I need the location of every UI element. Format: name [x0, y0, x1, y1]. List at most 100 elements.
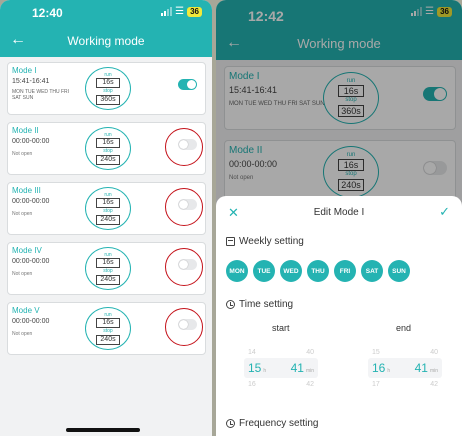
mode-card-4[interactable]: Mode IV 00:00-00:00 Not open run 16s sto…: [7, 242, 206, 295]
mode-name: Mode V: [12, 306, 40, 315]
mode-time-range: 00:00-00:00: [12, 258, 50, 265]
picker-row-prev[interactable]: 14 40: [244, 346, 318, 358]
weekday-selector: MON TUE WED THU FRI SAT SUN: [226, 260, 410, 282]
stop-value: 240s: [96, 215, 120, 225]
highlight-circle: [165, 248, 203, 286]
picker-row-prev[interactable]: 15 40: [368, 346, 442, 358]
min-unit: min: [305, 368, 314, 374]
mode-toggle[interactable]: [178, 79, 197, 90]
confirm-check-icon[interactable]: ✓: [439, 204, 450, 220]
mode-status: Not open: [12, 331, 33, 337]
mode-card-2[interactable]: Mode II 00:00-00:00 Not open run 16s sto…: [7, 122, 206, 175]
weekly-setting-label: Weekly setting: [239, 236, 304, 247]
day-tue[interactable]: TUE: [253, 260, 275, 282]
hour-next: 17: [372, 380, 380, 388]
run-value: 16s: [96, 318, 120, 328]
edit-mode-sheet: ✕ Edit Mode I ✓ Weekly setting MON TUE W…: [216, 196, 462, 436]
status-bar: 12:40 ☰ 36: [0, 0, 212, 27]
picker-row-next[interactable]: 17 42: [368, 378, 442, 390]
time-setting-heading: Time setting: [226, 299, 293, 310]
day-wed[interactable]: WED: [280, 260, 302, 282]
min-unit: min: [429, 368, 438, 374]
hour-prev: 15: [372, 348, 380, 356]
mode-days: MON TUE WED THU FRI SAT SUN: [12, 89, 70, 101]
signal-icon: [161, 7, 173, 16]
calendar-icon: [226, 237, 235, 246]
hour-unit: h: [387, 368, 391, 374]
min-selected: 41: [290, 361, 304, 375]
right-phone-screen: 12:42 ☰ 36 ← Working mode Mode I 15:41-1…: [216, 0, 462, 436]
clock-icon: [226, 300, 235, 309]
day-mon[interactable]: MON: [226, 260, 248, 282]
hour-selected: 15: [248, 361, 262, 375]
min-next: 42: [306, 380, 314, 388]
mode-status: Not open: [12, 271, 33, 277]
mode-time-range: 00:00-00:00: [12, 198, 50, 205]
mode-name: Mode III: [12, 186, 41, 195]
mode-card-1[interactable]: Mode I 15:41-16:41 MON TUE WED THU FRI S…: [7, 62, 206, 115]
hour-prev: 14: [248, 348, 256, 356]
sheet-title: Edit Mode I: [313, 207, 365, 218]
stop-value: 240s: [96, 155, 120, 165]
status-icons: ☰ 36: [161, 6, 202, 17]
stop-value: 240s: [96, 335, 120, 345]
home-indicator[interactable]: [66, 428, 140, 432]
mode-time-range: 00:00-00:00: [12, 318, 50, 325]
stop-label: stop: [103, 148, 113, 154]
stop-label: stop: [103, 328, 113, 334]
end-time-picker[interactable]: 15 40 16 h 41 min 17 42: [368, 346, 442, 394]
mode-status: Not open: [12, 151, 33, 157]
start-time-picker[interactable]: 14 40 15 h 41 min 16 42: [244, 346, 318, 394]
hour-next: 16: [248, 380, 256, 388]
day-sat[interactable]: SAT: [361, 260, 383, 282]
mode-card-5[interactable]: Mode V 00:00-00:00 Not open run 16s stop…: [7, 302, 206, 355]
stop-value: 360s: [96, 95, 120, 105]
day-thu[interactable]: THU: [307, 260, 329, 282]
clock-icon: [226, 419, 235, 428]
mode-time-range: 15:41-16:41: [12, 78, 50, 85]
wifi-icon: ☰: [175, 6, 185, 17]
run-stop-dial: run 16s stop 240s: [85, 307, 131, 350]
start-label: start: [272, 323, 290, 333]
min-next: 42: [430, 380, 438, 388]
run-stop-dial: run 16s stop 360s: [85, 67, 131, 110]
time-setting-label: Time setting: [239, 299, 294, 310]
min-prev: 40: [430, 348, 438, 356]
status-time: 12:40: [32, 6, 63, 20]
run-value: 16s: [96, 258, 120, 268]
hour-unit: h: [263, 368, 267, 374]
highlight-circle: [165, 308, 203, 346]
frequency-setting-label: Frequency setting: [239, 418, 319, 429]
picker-row-selected[interactable]: 16 h 41 min: [368, 358, 442, 378]
highlight-circle: [165, 188, 203, 226]
app-bar: ← Working mode: [0, 27, 212, 57]
end-label: end: [396, 323, 412, 333]
day-fri[interactable]: FRI: [334, 260, 356, 282]
picker-row-next[interactable]: 16 42: [244, 378, 318, 390]
weekly-setting-heading: Weekly setting: [226, 236, 304, 247]
run-value: 16s: [96, 198, 120, 208]
run-value: 16s: [96, 138, 120, 148]
stop-value: 240s: [96, 275, 120, 285]
battery-icon: 36: [187, 6, 202, 17]
page-title: Working mode: [67, 34, 145, 48]
mode-status: Not open: [12, 211, 33, 217]
mode-name: Mode II: [12, 126, 39, 135]
stop-label: stop: [103, 208, 113, 214]
frequency-setting-heading: Frequency setting: [226, 418, 319, 429]
day-sun[interactable]: SUN: [388, 260, 410, 282]
stop-label: stop: [103, 268, 113, 274]
left-phone-screen: 12:40 ☰ 36 ← Working mode Mode I 15:41-1…: [0, 0, 212, 436]
hour-selected: 16: [372, 361, 386, 375]
run-stop-dial: run 16s stop 240s: [85, 127, 131, 170]
mode-name: Mode I: [12, 66, 37, 75]
stop-label: stop: [103, 88, 113, 94]
run-value: 16s: [96, 78, 120, 88]
picker-row-selected[interactable]: 15 h 41 min: [244, 358, 318, 378]
mode-card-3[interactable]: Mode III 00:00-00:00 Not open run 16s st…: [7, 182, 206, 235]
min-selected: 41: [414, 361, 428, 375]
run-stop-dial: run 16s stop 240s: [85, 187, 131, 230]
mode-name: Mode IV: [12, 246, 42, 255]
min-prev: 40: [306, 348, 314, 356]
run-stop-dial: run 16s stop 240s: [85, 247, 131, 290]
